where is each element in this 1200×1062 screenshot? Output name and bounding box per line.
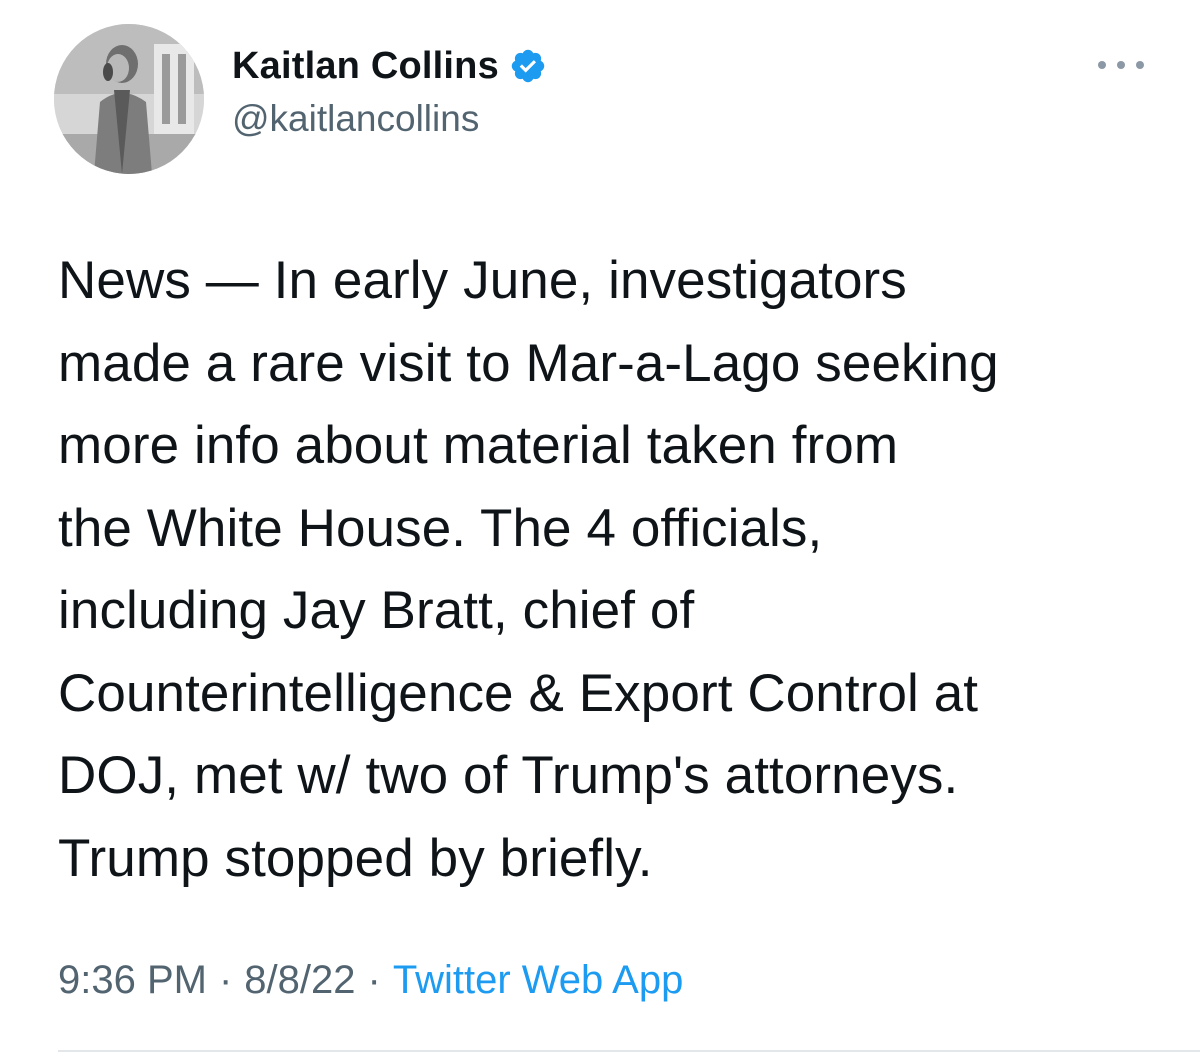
more-options-icon[interactable] xyxy=(1098,58,1144,72)
more-dot xyxy=(1098,61,1106,69)
avatar[interactable] xyxy=(54,24,204,174)
verified-badge-icon xyxy=(509,47,547,85)
tweet-text-line: including Jay Bratt, chief of xyxy=(58,581,695,640)
meta-separator: · xyxy=(367,958,381,1002)
tweet-date[interactable]: 8/8/22 xyxy=(244,958,355,1003)
tweet-text-line: the White House. The 4 officials, xyxy=(58,498,823,558)
tweet-text-line: made a rare visit to Mar-a-Lago seeking xyxy=(58,333,999,393)
more-dot xyxy=(1117,61,1125,69)
tweet-text-line: Trump stopped by briefly. xyxy=(58,828,653,888)
author-name-row[interactable]: Kaitlan Collins xyxy=(232,42,547,90)
tweet-text: News — In early June, investigators made… xyxy=(58,240,1168,900)
display-name[interactable]: Kaitlan Collins xyxy=(232,45,499,88)
tweet-text-line: News — In early June, investigators xyxy=(58,251,907,310)
profile-photo-icon xyxy=(54,24,204,174)
tweet-source-link[interactable]: Twitter Web App xyxy=(393,958,684,1003)
tweet-time[interactable]: 9:36 PM xyxy=(58,958,207,1003)
tweet-text-line: more info about material taken from xyxy=(58,416,899,475)
tweet-card: Kaitlan Collins @kaitlancollins News — I… xyxy=(0,0,1200,1062)
tweet-text-line: DOJ, met w/ two of Trump's attorneys. xyxy=(58,746,959,805)
tweet-text-line: Counterintelligence & Export Control at xyxy=(58,663,979,723)
author-handle[interactable]: @kaitlancollins xyxy=(232,98,479,140)
tweet-metadata: 9:36 PM · 8/8/22 · Twitter Web App xyxy=(58,958,683,1003)
meta-separator: · xyxy=(218,958,233,1002)
more-dot xyxy=(1136,61,1144,69)
divider xyxy=(58,1050,1200,1052)
